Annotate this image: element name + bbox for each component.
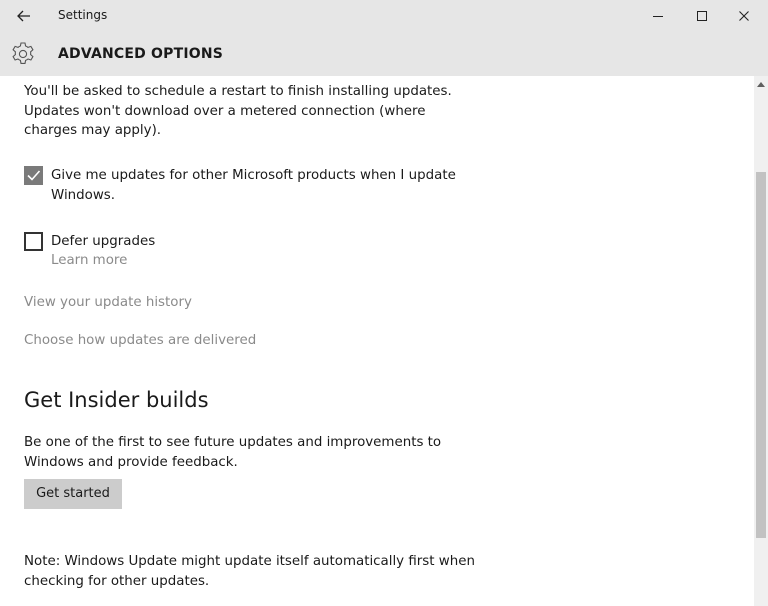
minimize-button[interactable]: [636, 0, 680, 32]
other-products-label-line: Give me updates for other Microsoft prod…: [51, 168, 456, 183]
minimize-icon: [653, 16, 663, 17]
restart-note-line: charges may apply).: [24, 123, 162, 138]
insider-description: Be one of the first to see future update…: [24, 433, 441, 472]
get-started-button[interactable]: Get started: [24, 479, 122, 509]
checkmark-icon: [27, 170, 41, 181]
caret-up-icon: [757, 82, 765, 87]
restart-note-line: You'll be asked to schedule a restart to…: [24, 84, 452, 99]
page-header: ADVANCED OPTIONS: [0, 32, 768, 76]
vertical-scrollbar[interactable]: [754, 76, 768, 606]
close-button[interactable]: [722, 0, 766, 32]
maximize-button[interactable]: [680, 0, 724, 32]
defer-upgrades-checkbox[interactable]: [24, 232, 43, 251]
update-delivery-link[interactable]: Choose how updates are delivered: [24, 331, 256, 351]
page-title: ADVANCED OPTIONS: [58, 46, 224, 62]
back-button[interactable]: [8, 2, 40, 30]
restart-note: You'll be asked to schedule a restart to…: [24, 82, 452, 141]
app-title: Settings: [58, 8, 108, 22]
scroll-up-button[interactable]: [754, 76, 768, 92]
footnote-line: Note: Windows Update might update itself…: [24, 554, 475, 569]
update-history-link[interactable]: View your update history: [24, 293, 192, 313]
gear-icon: [12, 42, 34, 64]
title-bar: Settings: [0, 0, 768, 32]
maximize-icon: [697, 11, 707, 21]
scroll-thumb[interactable]: [756, 172, 766, 538]
insider-heading: Get Insider builds: [24, 388, 209, 412]
other-products-checkbox[interactable]: [24, 166, 43, 185]
learn-more-link[interactable]: Learn more: [51, 251, 127, 271]
insider-description-line: Be one of the first to see future update…: [24, 435, 442, 450]
footnote-line: checking for other updates.: [24, 573, 210, 589]
restart-note-line: Updates won't download over a metered co…: [24, 103, 426, 119]
settings-content: You'll be asked to schedule a restart to…: [0, 76, 754, 606]
insider-description-line: Windows and provide feedback.: [24, 454, 238, 470]
defer-upgrades-label[interactable]: Defer upgrades: [51, 232, 155, 252]
other-products-label[interactable]: Give me updates for other Microsoft prod…: [51, 166, 456, 205]
close-icon: [739, 11, 749, 21]
back-arrow-icon: [17, 10, 30, 22]
footnote: Note: Windows Update might update itself…: [24, 552, 475, 591]
other-products-label-line: Windows.: [51, 187, 116, 203]
